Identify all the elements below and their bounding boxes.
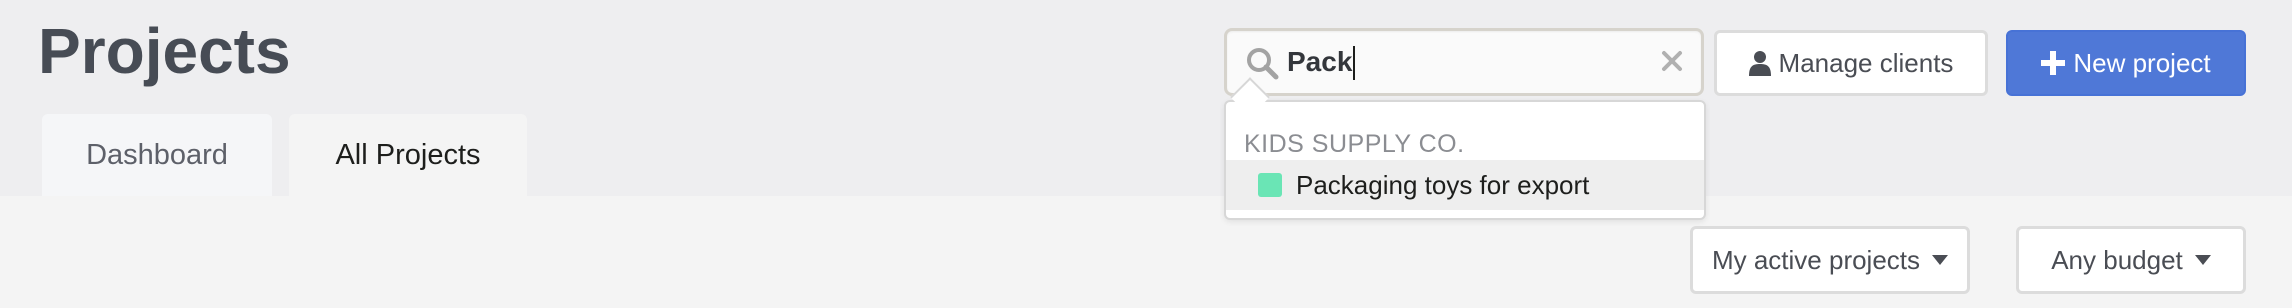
new-project-button[interactable]: New project [2006, 30, 2246, 96]
chevron-down-icon [2194, 255, 2211, 265]
text-caret [1353, 46, 1355, 80]
result-group-label: KIDS SUPPLY CO. [1244, 130, 1465, 158]
tab-all-projects[interactable]: All Projects [289, 114, 527, 196]
search-result-item[interactable]: Packaging toys for export [1226, 160, 1704, 210]
budget-filter[interactable]: Any budget [2016, 226, 2246, 294]
tab-all-projects-label: All Projects [335, 138, 481, 171]
search-result-label: Packaging toys for export [1296, 169, 1590, 200]
search-input[interactable] [1287, 31, 1667, 93]
tab-dashboard[interactable]: Dashboard [42, 114, 272, 196]
new-project-label: New project [2073, 47, 2211, 78]
plus-icon [2041, 51, 2066, 75]
tab-dashboard-label: Dashboard [86, 138, 228, 171]
active-projects-filter[interactable]: My active projects [1690, 226, 1970, 294]
close-icon[interactable] [1657, 46, 1687, 76]
project-color-swatch [1258, 173, 1282, 197]
chevron-down-icon [1932, 255, 1949, 265]
user-icon [1748, 50, 1771, 76]
manage-clients-button[interactable]: Manage clients [1714, 30, 1988, 96]
search-icon [1245, 46, 1279, 80]
manage-clients-label: Manage clients [1778, 47, 1954, 78]
search-results-dropdown: KIDS SUPPLY CO. Packaging toys for expor… [1224, 100, 1706, 220]
budget-filter-label: Any budget [2051, 244, 2183, 275]
active-projects-filter-label: My active projects [1711, 244, 1921, 275]
search-box [1224, 28, 1704, 96]
page-title: Projects [38, 15, 291, 87]
